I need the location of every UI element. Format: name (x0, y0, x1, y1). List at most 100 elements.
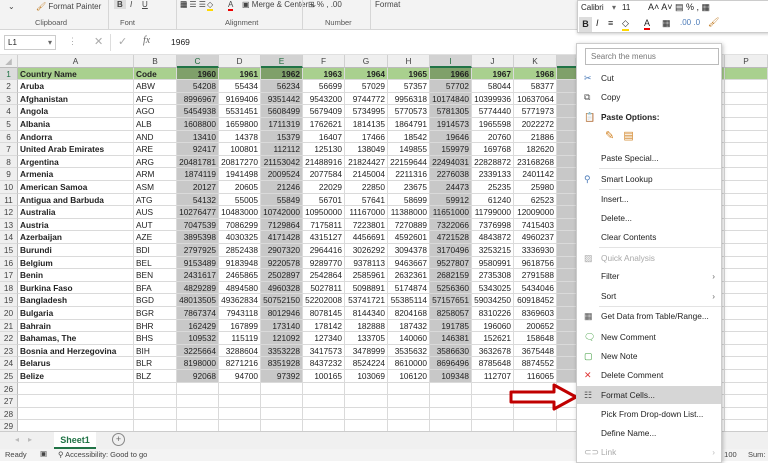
row-header[interactable]: 18 (0, 281, 18, 295)
cell-b27[interactable] (134, 395, 177, 408)
cell-g1[interactable]: 1964 (345, 67, 388, 81)
cell-f19[interactable]: 52202008 (303, 294, 345, 307)
cell-h2[interactable]: 57357 (388, 80, 430, 93)
name-box[interactable]: L1 ▾ (4, 35, 56, 50)
scroll-right-icon[interactable]: ▸ (28, 435, 32, 444)
cell-c1[interactable]: 1960 (177, 67, 219, 81)
cell-k24[interactable]: 8874552 (514, 357, 557, 370)
cell-a1[interactable]: Country Name (18, 67, 134, 81)
cell-d12[interactable]: 10483000 (219, 206, 261, 219)
format-painter-button[interactable]: 🖌 Format Painter (36, 2, 101, 11)
cell-f26[interactable] (303, 382, 345, 396)
cell-k4[interactable]: 5771973 (514, 105, 557, 118)
cell-e22[interactable]: 121092 (261, 332, 303, 345)
cell-p13[interactable] (725, 218, 768, 232)
cell-p10[interactable] (725, 181, 768, 194)
menu-item-insert[interactable]: Insert... (577, 190, 721, 208)
cell-b25[interactable]: BLZ (134, 370, 177, 383)
cell-h28[interactable] (388, 407, 430, 421)
cell-k23[interactable]: 3675448 (514, 344, 557, 358)
cell-f15[interactable]: 2964416 (303, 244, 345, 257)
cell-p4[interactable] (725, 105, 768, 118)
cell-h9[interactable]: 2211316 (388, 168, 430, 181)
cell-a11[interactable]: Antigua and Barbuda (18, 193, 134, 207)
cell-k20[interactable]: 8369603 (514, 307, 557, 320)
cell-a22[interactable]: Bahamas, The (18, 332, 134, 345)
row-header[interactable]: 16 (0, 256, 18, 270)
cell-j2[interactable]: 58044 (472, 80, 514, 93)
cell-j20[interactable]: 8310226 (472, 307, 514, 320)
cell-f25[interactable]: 100165 (303, 370, 345, 383)
underline-button[interactable]: U (142, 0, 148, 9)
cell-i3[interactable]: 10174840 (430, 92, 472, 106)
cell-k13[interactable]: 7415403 (514, 218, 557, 232)
cell-h11[interactable]: 58699 (388, 193, 430, 207)
cell-j21[interactable]: 196060 (472, 319, 514, 333)
cell-c22[interactable]: 109532 (177, 332, 219, 345)
cell-a6[interactable]: Andorra (18, 130, 134, 144)
scroll-left-icon[interactable]: ◂ (15, 435, 19, 444)
bold-button[interactable]: B (579, 17, 592, 32)
column-header-g[interactable]: G (345, 55, 388, 68)
cell-g6[interactable]: 17466 (345, 130, 388, 144)
cell-c24[interactable]: 8198000 (177, 357, 219, 370)
cell-b28[interactable] (134, 407, 177, 421)
column-header-e[interactable]: E (261, 55, 303, 68)
cell-j11[interactable]: 61240 (472, 193, 514, 207)
cell-c7[interactable]: 92417 (177, 143, 219, 156)
cell-e9[interactable]: 2009524 (261, 168, 303, 181)
cell-d17[interactable]: 2465865 (219, 269, 261, 282)
cell-h22[interactable]: 140060 (388, 332, 430, 345)
cell-e18[interactable]: 4960328 (261, 281, 303, 295)
cell-b1[interactable]: Code (134, 67, 177, 81)
accessibility-status[interactable]: ⚲ Accessibility: Good to go (58, 450, 147, 459)
cell-g18[interactable]: 5098891 (345, 281, 388, 295)
cell-b6[interactable]: AND (134, 130, 177, 144)
cell-j5[interactable]: 1965598 (472, 118, 514, 131)
cell-c16[interactable]: 9153489 (177, 256, 219, 270)
cell-d26[interactable] (219, 382, 261, 396)
cell-i1[interactable]: 1966 (430, 67, 472, 81)
menu-item-define-name[interactable]: Define Name... (577, 424, 721, 442)
cell-d7[interactable]: 100801 (219, 143, 261, 156)
cell-c18[interactable]: 4829289 (177, 281, 219, 295)
menu-item-new-note[interactable]: ▢ New Note (577, 347, 721, 365)
menu-item-copy[interactable]: ⧉ Copy (577, 88, 721, 106)
cell-d15[interactable]: 2852438 (219, 244, 261, 257)
font-color-icon[interactable]: A (644, 18, 651, 30)
collapse-chevron-icon[interactable]: ⌄ (8, 2, 15, 11)
paste-option-icons[interactable]: ✎ ▤ (605, 129, 634, 142)
menu-item-delete-comment[interactable]: ✕ Delete Comment (577, 366, 721, 384)
cell-i10[interactable]: 24473 (430, 181, 472, 194)
cell-a24[interactable]: Belarus (18, 357, 134, 370)
row-header[interactable]: 26 (0, 382, 18, 396)
sheet-tab-sheet1[interactable]: Sheet1 (54, 432, 96, 449)
cell-d14[interactable]: 4030325 (219, 231, 261, 244)
cell-b20[interactable]: BGR (134, 307, 177, 320)
cell-g15[interactable]: 3026292 (345, 244, 388, 257)
cell-p17[interactable] (725, 269, 768, 282)
cell-j24[interactable]: 8785648 (472, 357, 514, 370)
row-header[interactable]: 13 (0, 218, 18, 232)
cell-p28[interactable] (725, 407, 768, 421)
cell-c17[interactable]: 2431617 (177, 269, 219, 282)
cell-c9[interactable]: 1874119 (177, 168, 219, 181)
cell-b3[interactable]: AFG (134, 92, 177, 106)
cell-c8[interactable]: 20481781 (177, 155, 219, 169)
cell-j9[interactable]: 2339133 (472, 168, 514, 181)
cell-f20[interactable]: 8078145 (303, 307, 345, 320)
cell-k15[interactable]: 3336930 (514, 244, 557, 257)
column-header-h[interactable]: H (388, 55, 430, 68)
borders-icon[interactable]: ▦ (662, 18, 671, 29)
cell-f14[interactable]: 4315127 (303, 231, 345, 244)
cell-i5[interactable]: 1914573 (430, 118, 472, 131)
cell-a15[interactable]: Burundi (18, 244, 134, 257)
cell-i9[interactable]: 2276038 (430, 168, 472, 181)
cell-d21[interactable]: 167899 (219, 319, 261, 333)
cell-a18[interactable]: Burkina Faso (18, 281, 134, 295)
row-header[interactable]: 6 (0, 130, 18, 144)
cell-p6[interactable] (725, 130, 768, 144)
column-header-f[interactable]: F (303, 55, 345, 68)
cell-h7[interactable]: 149855 (388, 143, 430, 156)
cell-h26[interactable] (388, 382, 430, 396)
